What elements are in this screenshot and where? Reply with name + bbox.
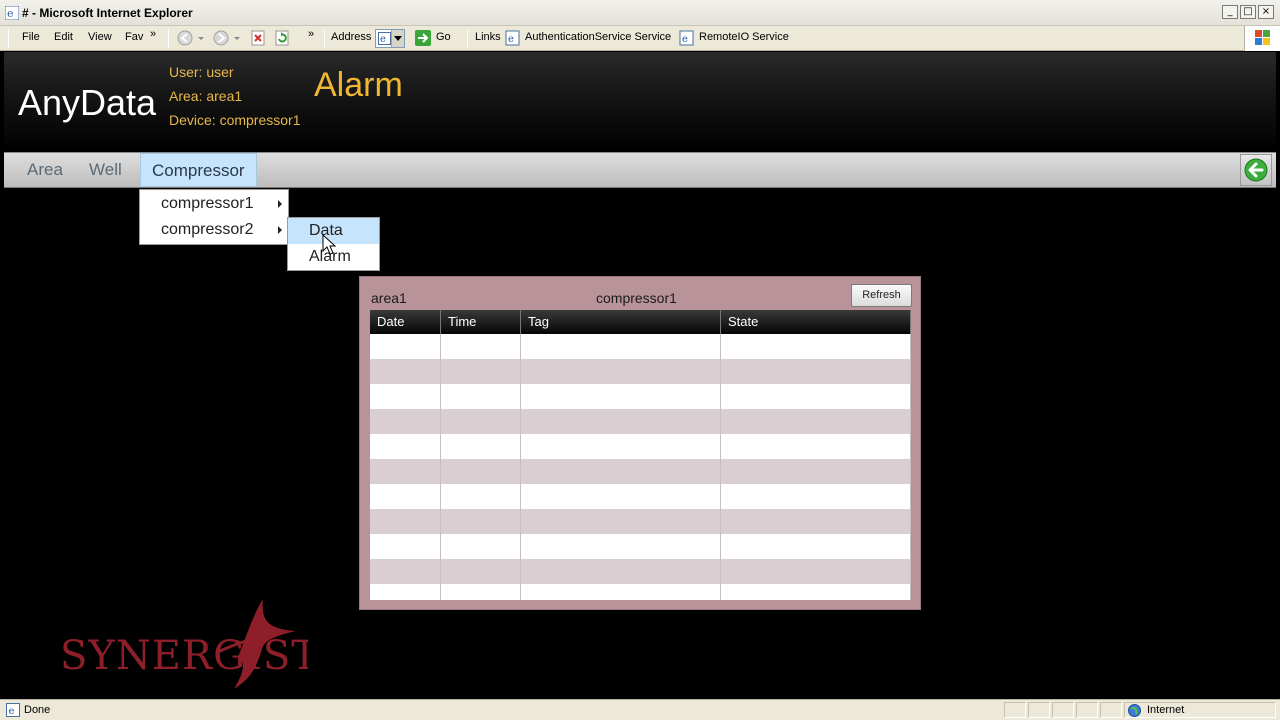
status-pane	[1076, 702, 1098, 718]
nav-area[interactable]: Area	[16, 153, 74, 187]
mouse-cursor-icon	[322, 234, 336, 255]
link-authentication-service[interactable]: AuthenticationService Service	[525, 31, 671, 43]
window-title: # - Microsoft Internet Explorer	[22, 6, 193, 20]
column-header-tag[interactable]: Tag	[521, 310, 721, 334]
compressor-menu: compressor1 compressor2	[139, 189, 289, 245]
status-pane	[1052, 702, 1074, 718]
panel-device-label: compressor1	[596, 290, 677, 306]
windows-flag-icon	[1255, 30, 1270, 45]
address-input[interactable]: e	[375, 29, 405, 48]
table-row[interactable]	[370, 534, 911, 559]
app-header: AnyData User: user Area: area1 Device: c…	[4, 52, 1276, 152]
table-row[interactable]	[370, 409, 911, 434]
status-text: Done	[24, 704, 51, 716]
alarm-panel: area1 compressor1 Refresh Date Time Tag …	[359, 276, 921, 610]
menu-view[interactable]: View	[88, 31, 112, 43]
toolbar-separator	[467, 29, 468, 48]
link-page-icon: e	[505, 30, 520, 46]
zone-pane: Internet	[1124, 702, 1276, 718]
toolbar: File Edit View Fav » » Address e Go Link…	[0, 26, 1280, 51]
submenu-arrow-icon	[278, 226, 282, 234]
table-row[interactable]	[370, 459, 911, 484]
nav-compressor[interactable]: Compressor	[140, 153, 257, 187]
table-row[interactable]	[370, 359, 911, 384]
svg-text:e: e	[380, 34, 386, 45]
table-row[interactable]	[370, 334, 911, 359]
svg-text:e: e	[9, 706, 15, 717]
address-label: Address	[331, 31, 372, 43]
links-label: Links	[475, 31, 501, 43]
go-button[interactable]: Go	[436, 31, 451, 43]
table-row[interactable]	[370, 384, 911, 409]
brand-logo-text: AnyData	[18, 82, 157, 123]
title-bar: e # - Microsoft Internet Explorer _ □ ×	[0, 0, 1280, 26]
back-nav-icon[interactable]	[176, 29, 194, 47]
column-header-state[interactable]: State	[721, 310, 911, 334]
area-info: Area: area1	[169, 88, 243, 104]
main-nav: Area Well Compressor	[4, 152, 1276, 188]
page-title: Alarm	[314, 66, 403, 104]
back-button[interactable]	[1240, 154, 1272, 186]
menu-item-label: compressor1	[161, 195, 254, 212]
menu-favorites[interactable]: Fav	[125, 31, 143, 43]
table-row[interactable]	[370, 509, 911, 534]
column-header-date[interactable]: Date	[370, 310, 441, 334]
windows-logo	[1244, 26, 1280, 51]
go-arrow-icon[interactable]	[414, 29, 432, 47]
ie-icon: e	[5, 6, 19, 20]
column-header-time[interactable]: Time	[441, 310, 521, 334]
forward-dropdown-icon[interactable]	[232, 29, 242, 47]
nav-well[interactable]: Well	[78, 153, 133, 187]
menu-file[interactable]: File	[22, 31, 40, 43]
page-icon: e	[378, 32, 391, 45]
menu-item-label: compressor2	[161, 221, 254, 238]
synergist-logo: SYNERGIST	[60, 599, 308, 689]
link-remoteio-service[interactable]: RemoteIO Service	[699, 31, 789, 43]
menu-overflow-chevron[interactable]: »	[150, 28, 156, 40]
status-pane	[1028, 702, 1050, 718]
page-status-icon: e	[6, 703, 20, 717]
forward-nav-icon[interactable]	[212, 29, 230, 47]
panel-area-label: area1	[371, 290, 407, 306]
minimize-button[interactable]: _	[1222, 5, 1238, 19]
toolbar-separator	[324, 29, 325, 48]
toolbar-grip	[8, 29, 9, 48]
table-row[interactable]	[370, 559, 911, 584]
svg-text:e: e	[682, 34, 688, 45]
alarm-grid: Date Time Tag State	[370, 310, 911, 600]
submenu-arrow-icon	[278, 200, 282, 208]
close-button[interactable]: ×	[1258, 5, 1274, 19]
refresh-page-icon[interactable]	[273, 29, 291, 47]
app-content: AnyData User: user Area: area1 Device: c…	[4, 52, 1276, 699]
maximize-button[interactable]: □	[1240, 5, 1256, 19]
status-pane	[1004, 702, 1026, 718]
device-info: Device: compressor1	[169, 112, 301, 128]
link-page-icon: e	[679, 30, 694, 46]
user-info: User: user	[169, 64, 234, 80]
zone-label: Internet	[1147, 704, 1185, 716]
status-pane	[1100, 702, 1122, 718]
table-row[interactable]	[370, 584, 911, 600]
table-row[interactable]	[370, 484, 911, 509]
back-dropdown-icon[interactable]	[196, 29, 206, 47]
toolbar-overflow-chevron[interactable]: »	[308, 28, 314, 40]
globe-icon	[1128, 704, 1141, 717]
grid-header: Date Time Tag State	[370, 310, 911, 334]
table-row[interactable]	[370, 434, 911, 459]
back-arrow-icon	[1244, 158, 1268, 182]
menu-edit[interactable]: Edit	[54, 31, 73, 43]
refresh-button[interactable]: Refresh	[851, 284, 912, 307]
address-dropdown-button[interactable]	[391, 30, 404, 47]
svg-text:e: e	[508, 34, 514, 45]
toolbar-separator	[168, 29, 169, 48]
stop-icon[interactable]	[249, 29, 267, 47]
chevron-down-icon	[394, 36, 402, 41]
status-bar: e Done Internet	[0, 699, 1280, 720]
logo-text: SYNERGIST	[60, 633, 308, 679]
menu-item-compressor2[interactable]: compressor2	[140, 217, 288, 243]
menu-item-compressor1[interactable]: compressor1	[140, 191, 288, 217]
svg-text:e: e	[7, 7, 14, 20]
